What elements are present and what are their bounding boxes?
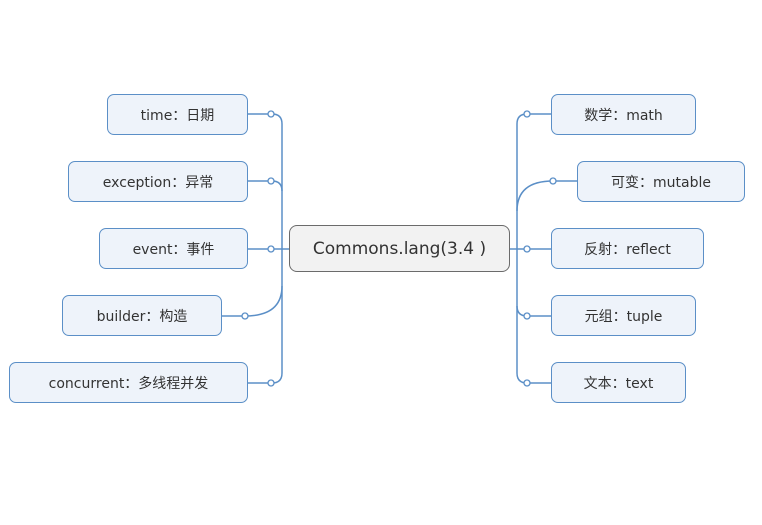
branch-node-label: time：日期	[140, 107, 215, 124]
branch-node-mutable[interactable]: 可变：mutable	[577, 161, 745, 202]
branch-node-builder[interactable]: builder：构造	[62, 295, 222, 336]
connector-dot	[241, 312, 249, 320]
branch-node-reflect[interactable]: 反射：reflect	[551, 228, 704, 269]
root-node[interactable]: Commons.lang(3.4 )	[289, 225, 510, 272]
connector-dot	[267, 177, 275, 185]
connector-dot	[523, 110, 531, 118]
connector-dot	[267, 379, 275, 387]
left-branch-line	[248, 113, 283, 125]
left-branch-line	[248, 180, 283, 192]
branch-node-label: exception：异常	[102, 174, 214, 191]
root-node-label: Commons.lang(3.4 )	[312, 238, 487, 259]
branch-node-concurrent[interactable]: concurrent：多线程并发	[9, 362, 248, 403]
connector-dot	[523, 312, 531, 320]
branch-node-time[interactable]: time：日期	[107, 94, 248, 135]
left-branch-line	[222, 285, 283, 317]
branch-node-label: event：事件	[132, 241, 215, 258]
branch-node-label: 文本：text	[583, 375, 654, 392]
branch-node-tuple[interactable]: 元组：tuple	[551, 295, 696, 336]
branch-node-text[interactable]: 文本：text	[551, 362, 686, 403]
right-branch-line	[516, 305, 551, 317]
right-branch-line	[516, 372, 551, 384]
branch-node-exception[interactable]: exception：异常	[68, 161, 248, 202]
branch-node-label: 反射：reflect	[584, 241, 671, 258]
connector-dot	[267, 110, 275, 118]
right-branch-line	[516, 113, 551, 125]
branch-node-label: 元组：tuple	[584, 308, 663, 325]
left-branch-line	[248, 372, 283, 384]
branch-node-label: builder：构造	[96, 308, 188, 325]
branch-node-math[interactable]: 数学：math	[551, 94, 696, 135]
branch-node-event[interactable]: event：事件	[99, 228, 248, 269]
mind-map-canvas: Commons.lang(3.4 ) time：日期 exception：异常 …	[0, 0, 762, 521]
connector-dot	[549, 177, 557, 185]
connector-dot	[267, 245, 275, 253]
branch-node-label: 数学：math	[584, 107, 663, 124]
right-branch-line	[516, 180, 577, 212]
branch-node-label: 可变：mutable	[611, 174, 711, 191]
connector-dot	[523, 245, 531, 253]
connector-dot	[523, 379, 531, 387]
branch-node-label: concurrent：多线程并发	[48, 375, 209, 392]
